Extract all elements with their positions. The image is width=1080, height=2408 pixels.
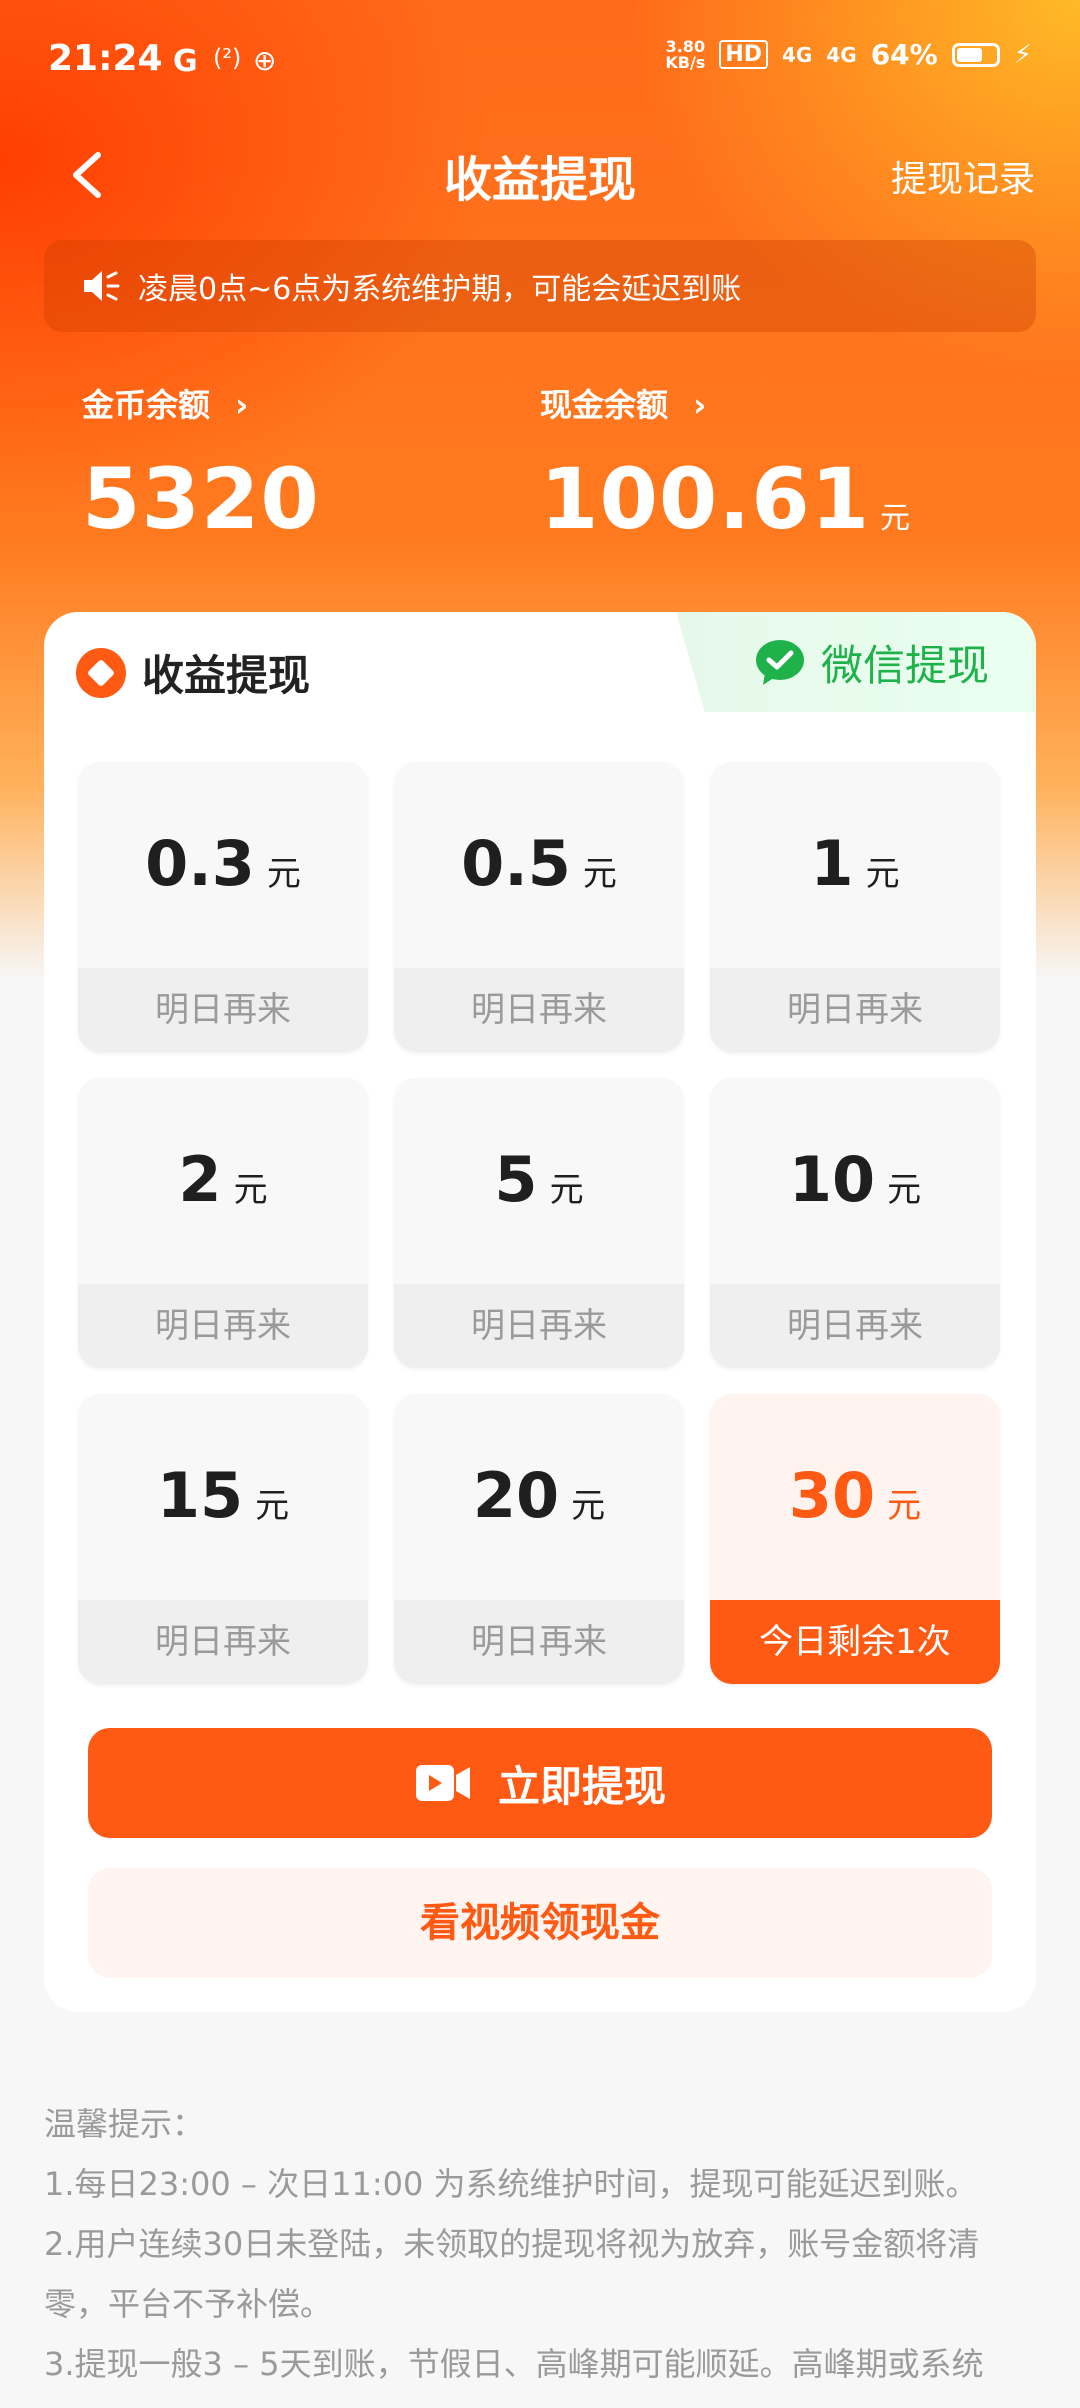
video-camera-icon [415, 1765, 470, 1801]
status-time: 21:24 [48, 38, 163, 79]
tip-line: 2.用户连续30日未登陆，未领取的提现将视为放弃，账号金额将清 [44, 2225, 980, 2263]
signal-icon-2: 4G [826, 42, 857, 67]
amount-option[interactable]: 5元 明日再来 [394, 1078, 684, 1368]
maintenance-notice: 凌晨0点~6点为系统维护期，可能会延迟到账 [44, 240, 1036, 332]
withdraw-record-link[interactable]: 提现记录 [891, 150, 1035, 202]
nfc-icon: (²) [213, 44, 242, 72]
tip-line: 1.每日23:00 – 次日11:00 为系统维护时间，提现可能延迟到账。 [44, 2165, 978, 2203]
amount-option[interactable]: 2元 明日再来 [78, 1078, 368, 1368]
tips-heading: 温馨提示： [44, 2105, 205, 2143]
card-title: 收益提现 [76, 642, 310, 703]
diamond-icon [76, 647, 126, 698]
amount-option[interactable]: 15 元 明日再来 [78, 1394, 368, 1684]
chevron-right-icon: › [693, 386, 707, 424]
amount-option[interactable]: 10 元 明日再来 [710, 1078, 1000, 1368]
tip-line: 零，平台不予补偿。 [44, 2285, 333, 2323]
battery-percent: 64% [870, 38, 938, 71]
charging-icon: ⚡ [1013, 39, 1032, 70]
wechat-icon [755, 640, 804, 685]
speaker-icon [84, 271, 120, 301]
wechat-tab-label: 微信提现 [820, 640, 989, 690]
withdraw-now-button[interactable]: 立即提现 [88, 1728, 992, 1838]
coin-balance-link[interactable]: 金币余额 › [82, 380, 248, 426]
status-right: 3.80 KB/s HD 4G 4G 64% ⚡ [665, 38, 1032, 71]
amount-option[interactable]: 1元 明日再来 [710, 762, 1000, 1052]
battery-icon [951, 42, 1000, 67]
amount-option-selected[interactable]: 30 元 今日剩余1次 [710, 1394, 1000, 1684]
tips-section: 温馨提示： 1.每日23:00 – 次日11:00 为系统维护时间，提现可能延迟… [44, 2094, 1044, 2394]
cash-balance-value: 100.61 [540, 450, 871, 548]
amount-option[interactable]: 20 元 明日再来 [394, 1394, 684, 1684]
watch-video-button[interactable]: 看视频领现金 [88, 1868, 992, 1978]
hd-icon: HD [719, 40, 769, 69]
amount-option[interactable]: 0.5 元 明日再来 [394, 762, 684, 1052]
google-icon: G [173, 44, 198, 79]
net-speed: 3.80 KB/s [665, 36, 706, 72]
signal-icon-1: 4G [782, 42, 813, 67]
chevron-right-icon: › [235, 386, 249, 424]
withdraw-card: 微信提现 收益提现 0.3 元 明日再来 0.5 元 明日再来 1元 明日再来 2元… [44, 612, 1036, 2012]
sync-icon: ⊕ [253, 44, 277, 77]
coin-balance-value: 5320 [82, 450, 320, 548]
notice-text: 凌晨0点~6点为系统维护期，可能会延迟到账 [138, 272, 742, 307]
cash-unit: 元 [880, 501, 912, 536]
amount-option[interactable]: 0.3 元 明日再来 [78, 762, 368, 1052]
cash-balance: 100.61 元 [540, 450, 911, 548]
status-bar: 21:24 G (²) ⊕ 3.80 KB/s HD 4G 4G 64% ⚡ [48, 38, 1032, 88]
cash-balance-link[interactable]: 现金余额 › [540, 380, 706, 426]
wechat-withdraw-tab[interactable]: 微信提现 [676, 612, 1036, 712]
tip-line: 3.提现一般3 – 5天到账，节假日、高峰期可能顺延。高峰期或系统 [44, 2345, 984, 2383]
